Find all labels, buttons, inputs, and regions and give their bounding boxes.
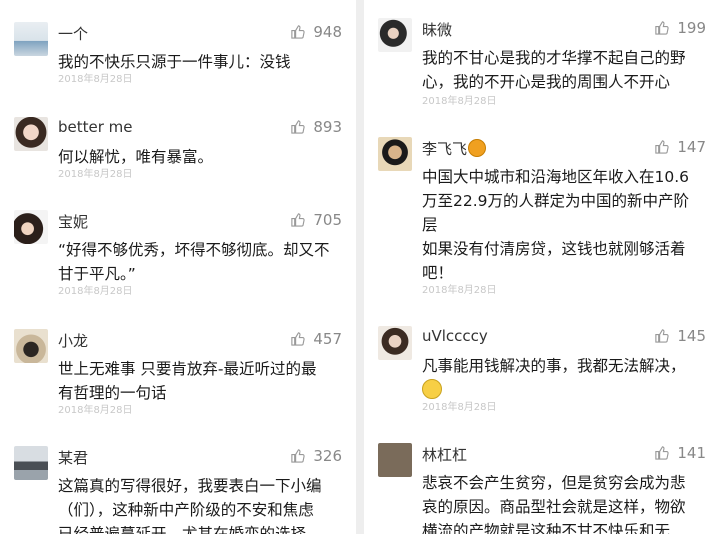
comment-date: 2018年8月28日 xyxy=(422,402,497,413)
like-count: 705 xyxy=(313,211,342,229)
like-count: 457 xyxy=(313,330,342,348)
thumbs-up-icon xyxy=(291,332,305,346)
like-count: 147 xyxy=(677,138,706,156)
emoji-smile-icon xyxy=(422,379,442,399)
comment-line: 凡事能用钱解决的事，我都无法解决， xyxy=(422,357,686,375)
thumbs-up-icon xyxy=(655,21,669,35)
avatar[interactable] xyxy=(14,329,48,363)
thumbs-up-icon xyxy=(291,120,305,134)
like-button[interactable]: 893 xyxy=(290,118,342,136)
comment-text: 我的不甘心是我的才华撑不起自己的野 心，我的不开心是我的周围人不开心 xyxy=(422,46,712,94)
username[interactable]: 林杠杠 xyxy=(422,444,467,465)
like-count: 199 xyxy=(677,19,706,37)
avatar[interactable] xyxy=(14,117,48,151)
comment-line: 中国大中城市和沿海地区年收入在10.6 xyxy=(422,168,690,186)
comment-column-left: 一个 948 我的不快乐只源于一件事儿：没钱 2018年8月28日 better… xyxy=(0,0,356,534)
comment-line: 已经普遍蔓延开，尤其在婚恋的选择 xyxy=(58,525,307,534)
column-divider xyxy=(356,0,364,534)
comment-text: 凡事能用钱解决的事，我都无法解决， xyxy=(422,354,712,402)
comment-line: 这篇真的写得很好，我要表白一下小编 xyxy=(58,477,322,495)
comment-line: 万至22.9万的人群定为中国的新中产阶 xyxy=(422,192,690,210)
comment-date: 2018年8月28日 xyxy=(58,286,133,297)
like-button[interactable]: 145 xyxy=(654,327,706,345)
comment-line: 我的不甘心是我的才华撑不起自己的野 xyxy=(422,49,686,67)
like-count: 145 xyxy=(677,327,706,345)
like-button[interactable]: 705 xyxy=(290,211,342,229)
emoji-gold-icon xyxy=(468,139,487,157)
username[interactable]: 宝妮 xyxy=(58,211,88,232)
thumbs-up-icon xyxy=(655,446,669,460)
comment-date: 2018年8月28日 xyxy=(58,169,133,180)
thumbs-up-icon xyxy=(655,329,669,343)
comment-text: 世上无难事 只要肯放弃-最近听过的最 有哲理的一句话 xyxy=(58,357,348,405)
comment-line: 世上无难事 只要肯放弃-最近听过的最 xyxy=(58,360,317,378)
username[interactable]: better me xyxy=(58,118,133,136)
avatar[interactable] xyxy=(378,137,412,171)
like-button[interactable]: 147 xyxy=(654,138,706,156)
comment-date: 2018年8月28日 xyxy=(58,405,133,416)
like-count: 948 xyxy=(313,23,342,41)
like-count: 141 xyxy=(677,444,706,462)
comment-line: 心，我的不开心是我的周围人不开心 xyxy=(422,73,671,91)
comment-line: “好得不够优秀，坏得不够彻底。却又不 xyxy=(58,241,330,259)
comment-line: 哀的原因。商品型社会就是这样，物欲 xyxy=(422,498,686,516)
comment-text: 这篇真的写得很好，我要表白一下小编 （们），这种新中产阶级的不安和焦虑 已经普遍… xyxy=(58,474,348,534)
username[interactable]: 小龙 xyxy=(58,330,88,351)
username[interactable]: uVlccccy xyxy=(422,327,488,345)
avatar[interactable] xyxy=(378,18,412,52)
comment-line: 横流的产物就是这种不甘不快乐和无 xyxy=(422,522,671,534)
username[interactable]: 一个 xyxy=(58,23,88,44)
like-button[interactable]: 199 xyxy=(654,19,706,37)
like-count: 893 xyxy=(313,118,342,136)
avatar[interactable] xyxy=(378,443,412,477)
comment-text: 中国大中城市和沿海地区年收入在10.6 万至22.9万的人群定为中国的新中产阶 … xyxy=(422,165,712,285)
avatar[interactable] xyxy=(14,446,48,480)
thumbs-up-icon xyxy=(655,140,669,154)
thumbs-up-icon xyxy=(291,449,305,463)
comment-date: 2018年8月28日 xyxy=(422,96,497,107)
comment-line: 如果没有付清房贷，这钱也就刚够活着 xyxy=(422,240,686,258)
like-button[interactable]: 141 xyxy=(654,444,706,462)
like-button[interactable]: 457 xyxy=(290,330,342,348)
username-text: 李飞飞 xyxy=(422,140,468,158)
comment-line: 悲哀不会产生贫穷，但是贫穷会成为悲 xyxy=(422,474,686,492)
like-count: 326 xyxy=(313,447,342,465)
like-button[interactable]: 948 xyxy=(290,23,342,41)
comment-text: 悲哀不会产生贫穷，但是贫穷会成为悲 哀的原因。商品型社会就是这样，物欲 横流的产… xyxy=(422,471,712,534)
comment-text: “好得不够优秀，坏得不够彻底。却又不 甘于平凡。” xyxy=(58,238,348,286)
username[interactable]: 昧微 xyxy=(422,19,452,40)
comment-column-right: 昧微 199 我的不甘心是我的才华撑不起自己的野 心，我的不开心是我的周围人不开… xyxy=(364,0,720,534)
comment-line: 层 xyxy=(422,216,438,234)
comment-line: （们），这种新中产阶级的不安和焦虑 xyxy=(58,501,314,519)
avatar[interactable] xyxy=(14,22,48,56)
username[interactable]: 某君 xyxy=(58,447,88,468)
thumbs-up-icon xyxy=(291,25,305,39)
comment-date: 2018年8月28日 xyxy=(58,74,133,85)
username[interactable]: 李飞飞 xyxy=(422,138,487,159)
like-button[interactable]: 326 xyxy=(290,447,342,465)
thumbs-up-icon xyxy=(291,213,305,227)
avatar[interactable] xyxy=(14,210,48,244)
comment-date: 2018年8月28日 xyxy=(422,285,497,296)
avatar[interactable] xyxy=(378,326,412,360)
